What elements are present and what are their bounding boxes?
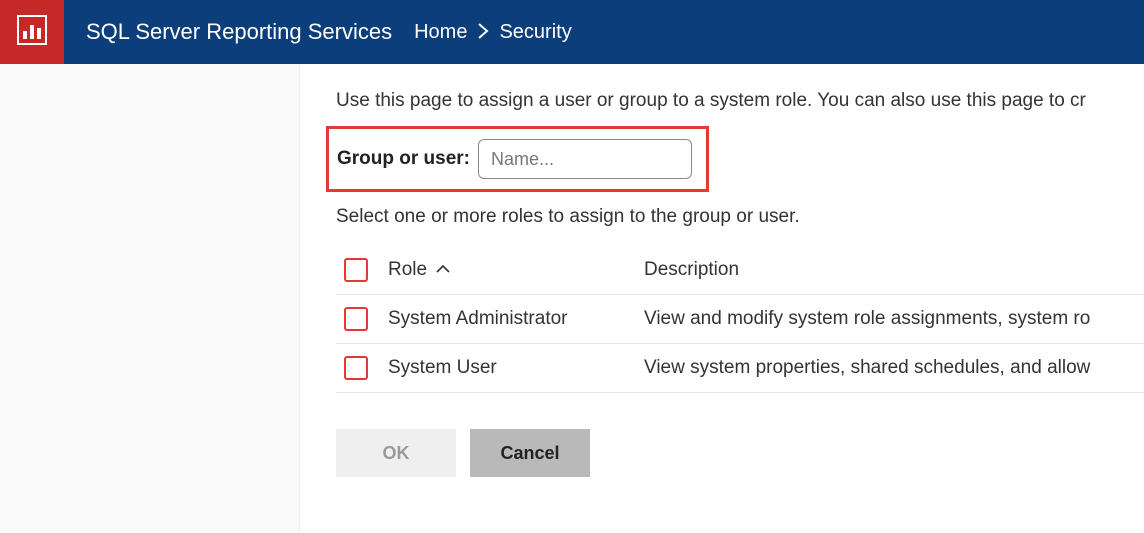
action-buttons: OK Cancel <box>336 429 1144 477</box>
breadcrumb-home[interactable]: Home <box>414 21 467 44</box>
column-header-description: Description <box>644 259 1144 281</box>
roles-table-header: Role Description <box>336 246 1144 295</box>
group-or-user-label: Group or user: <box>337 148 470 170</box>
role-description: View and modify system role assignments,… <box>644 308 1144 330</box>
select-roles-text: Select one or more roles to assign to th… <box>336 206 1144 228</box>
sort-ascending-icon <box>436 258 450 280</box>
app-logo-tile[interactable] <box>0 0 64 64</box>
main-content: Use this page to assign a user or group … <box>300 64 1144 533</box>
role-checkbox[interactable] <box>344 356 368 380</box>
group-or-user-input[interactable] <box>478 139 692 179</box>
column-header-role[interactable]: Role <box>388 259 644 281</box>
role-header-label: Role <box>388 259 427 280</box>
role-description: View system properties, shared schedules… <box>644 357 1144 379</box>
role-name: System Administrator <box>388 308 644 330</box>
table-row: System User View system properties, shar… <box>336 344 1144 393</box>
role-checkbox[interactable] <box>344 307 368 331</box>
table-row: System Administrator View and modify sys… <box>336 295 1144 344</box>
breadcrumb: Home Security <box>414 21 572 44</box>
breadcrumb-current: Security <box>499 21 571 44</box>
roles-table: Role Description System Administrator Vi… <box>336 246 1144 393</box>
chevron-right-icon <box>477 22 489 45</box>
intro-text: Use this page to assign a user or group … <box>336 90 1144 112</box>
role-name: System User <box>388 357 644 379</box>
left-sidebar <box>0 64 300 533</box>
top-header-bar: SQL Server Reporting Services Home Secur… <box>0 0 1144 64</box>
app-title[interactable]: SQL Server Reporting Services <box>86 19 392 45</box>
group-or-user-section: Group or user: <box>326 126 709 192</box>
ok-button[interactable]: OK <box>336 429 456 477</box>
cancel-button[interactable]: Cancel <box>470 429 590 477</box>
select-all-checkbox[interactable] <box>344 258 368 282</box>
bar-chart-icon <box>17 15 47 50</box>
